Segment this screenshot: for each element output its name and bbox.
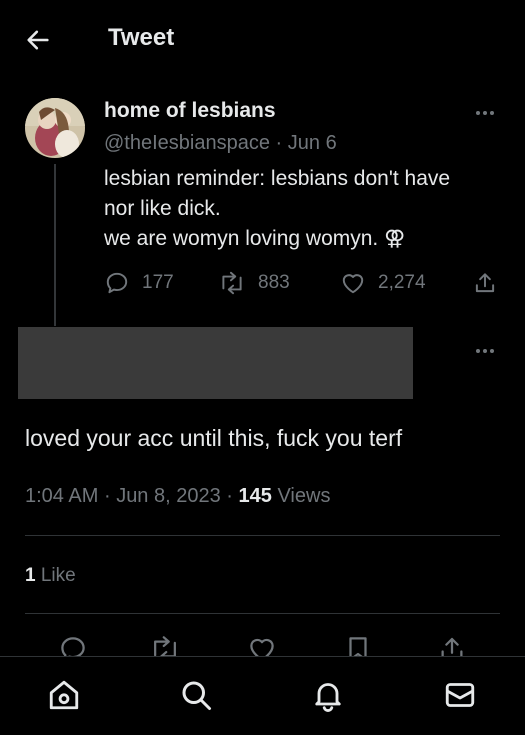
reply-button[interactable]: 177 <box>104 270 174 296</box>
tweet-text-line: we are womyn loving womyn. ⚢ <box>104 227 406 250</box>
share-icon <box>441 637 463 656</box>
tweet-time[interactable]: 1:04 AM <box>25 485 98 507</box>
views-count: 145 <box>238 485 272 507</box>
reply-icon <box>106 272 128 294</box>
retweet-icon <box>222 271 242 295</box>
tweet-date[interactable]: Jun 6 <box>288 132 337 154</box>
bookmark-icon <box>349 637 367 656</box>
handle[interactable]: @theIesbianspace <box>104 132 270 154</box>
heart-icon <box>250 638 274 656</box>
back-button[interactable] <box>24 26 52 54</box>
retweet-icon <box>154 636 176 656</box>
handle-row: @theIesbianspace · Jun 6 <box>104 132 337 155</box>
share-button[interactable] <box>437 634 467 656</box>
tweet-actions: 177 883 2,274 <box>104 270 504 300</box>
like-count: 2,274 <box>378 272 426 293</box>
reply-count: 177 <box>142 272 174 293</box>
home-icon <box>49 680 79 710</box>
more-options-button[interactable] <box>472 340 498 362</box>
tweet-date[interactable]: Jun 8, 2023 <box>116 485 221 507</box>
heart-icon <box>342 274 364 294</box>
retweet-button[interactable]: 883 <box>218 270 290 296</box>
page-title: Tweet <box>108 24 175 51</box>
avatar[interactable] <box>25 98 85 158</box>
display-name[interactable]: home of lesbians <box>104 99 276 123</box>
separator: · <box>275 132 283 154</box>
bottom-nav <box>0 656 525 735</box>
likes-summary[interactable]: 1 Like <box>25 565 76 587</box>
messages-icon <box>445 683 475 707</box>
retweet-button[interactable] <box>149 634 181 656</box>
more-horizontal-icon <box>476 111 494 115</box>
tweet-text-line: nor like dick. <box>104 197 221 220</box>
reply-actions <box>25 634 500 656</box>
redacted-author-block <box>18 327 413 399</box>
like-button[interactable]: 2,274 <box>340 270 426 296</box>
tweet-text-line: lesbian reminder: lesbians don't have <box>104 167 451 190</box>
likes-label: Like <box>40 565 76 586</box>
more-options-button[interactable] <box>472 102 498 124</box>
divider <box>25 613 500 614</box>
like-button[interactable] <box>247 634 277 656</box>
separator: · <box>103 485 111 507</box>
search-icon <box>182 681 211 710</box>
reply-icon <box>61 637 85 656</box>
share-button[interactable] <box>472 270 498 296</box>
reply-text: loved your acc until this, fuck you terf <box>25 425 403 451</box>
arrow-left-icon <box>27 30 49 50</box>
share-icon <box>475 273 495 293</box>
notifications-icon <box>315 683 341 712</box>
thread-line <box>54 164 56 326</box>
nav-home-button[interactable] <box>46 677 82 713</box>
more-horizontal-icon <box>476 349 494 353</box>
nav-notifications-button[interactable] <box>310 677 346 713</box>
tweet-text: lesbian reminder: lesbians don't have no… <box>104 164 504 254</box>
retweet-count: 883 <box>258 272 290 293</box>
bookmark-button[interactable] <box>343 634 373 656</box>
tweet-meta: 1:04 AM · Jun 8, 2023 · 145 Views <box>25 485 330 508</box>
separator: · <box>226 485 233 507</box>
views-label: Views <box>277 485 331 507</box>
nav-search-button[interactable] <box>178 677 214 713</box>
divider <box>25 535 500 536</box>
likes-count: 1 <box>25 565 36 586</box>
nav-messages-button[interactable] <box>442 677 478 713</box>
reply-button[interactable] <box>58 634 88 656</box>
